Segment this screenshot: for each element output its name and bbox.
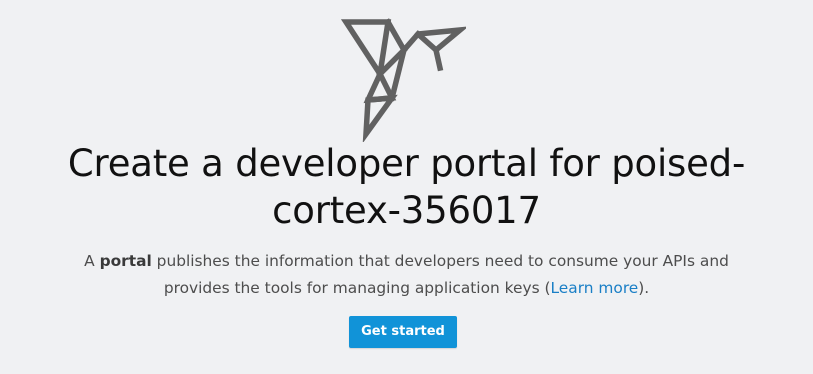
description-prefix: A [84,252,100,270]
description-line-2-end: ). [638,279,650,297]
learn-more-link[interactable]: Learn more [551,279,639,297]
page-title-line-2: cortex-356017 [272,189,541,232]
description-line-2: provides the tools for managing applicat… [0,275,813,302]
developer-portal-empty-state: Create a developer portal for poised- co… [0,0,813,374]
page-title: Create a developer portal for poised- co… [0,140,813,234]
description-line-2-text: provides the tools for managing applicat… [163,279,551,297]
page-title-line-1: Create a developer portal for poised- [67,142,746,185]
get-started-button[interactable]: Get started [349,316,457,348]
description-line-1: A portal publishes the information that … [0,248,813,275]
description-line-1-text: publishes the information that developer… [151,252,729,270]
portal-description: A portal publishes the information that … [0,248,813,302]
origami-bird-icon [340,16,466,142]
portal-keyword: portal [99,252,152,270]
